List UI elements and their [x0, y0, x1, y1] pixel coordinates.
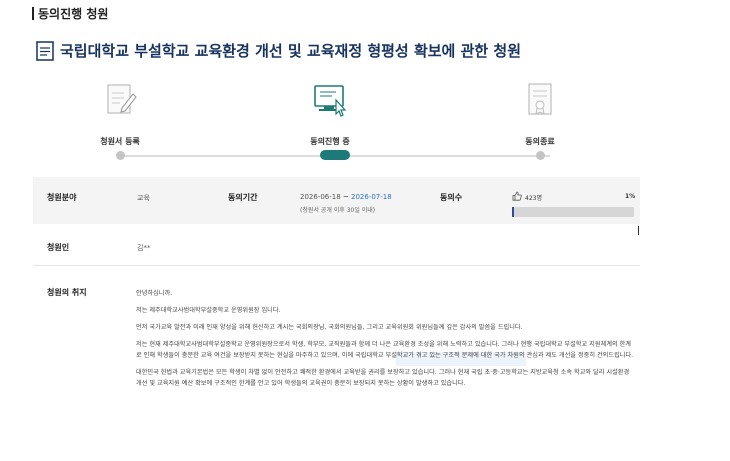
section-divider — [33, 265, 640, 266]
agree-percent: 1% — [625, 193, 636, 200]
section-bar — [32, 6, 34, 20]
body-paragraph: 안녕하십니까. — [136, 290, 173, 297]
agree-label: 동의수 — [440, 193, 463, 202]
field-value: 교육 — [137, 194, 150, 202]
step-pill-in-progress — [320, 150, 350, 160]
body-paragraph: 저는 현재 제주대학교사범대학부설중학교 운영위원장으로서 학생, 학부모, 교… — [136, 341, 634, 359]
step-label-registered: 청원서 등록 — [100, 137, 140, 146]
body-paragraph: 대한민국 헌법과 교육기본법은 모든 학생이 차별 없이 안전하고 쾌적한 환경… — [136, 369, 630, 387]
step-dot-registered — [116, 151, 125, 160]
petitioner-value: 김** — [137, 244, 151, 252]
period-label: 동의기간 — [228, 193, 258, 202]
petition-header: 국립대학교 부설학교 교육환경 개선 및 교육재정 형평성 확보에 관한 청원 — [36, 40, 521, 61]
step-registered: 청원서 등록 — [60, 80, 180, 147]
period-end: 2026-07-18 — [351, 193, 392, 201]
purpose-label: 청원의 취지 — [47, 288, 87, 297]
agree-progress-fill — [512, 207, 514, 217]
section-header: 동의진행 청원 — [32, 5, 108, 21]
certificate-icon — [528, 83, 552, 115]
step-ended: 동의종료 — [480, 80, 600, 147]
period-value: 2026-06-18 ~ 2026-07-18 — [300, 193, 392, 201]
edit-document-icon — [107, 84, 137, 114]
petition-title: 국립대학교 부설학교 교육환경 개선 및 교육재정 형평성 확보에 관한 청원 — [60, 42, 522, 60]
period-note: (청원서 공개 이후 30일 이내) — [300, 207, 376, 214]
body-paragraph: 저는 제주대학교사범대학부설중학교 운영위원장 입니다. — [136, 307, 281, 314]
document-icon — [36, 40, 54, 61]
agree-progress-bar — [512, 207, 634, 217]
period-separator: ~ — [340, 193, 352, 201]
computer-click-icon — [314, 85, 347, 117]
petitioner-label: 청원인 — [47, 243, 70, 252]
step-in-progress: 동의진행 중 — [270, 80, 390, 147]
thumbs-up-icon — [512, 191, 522, 201]
step-label-ended: 동의종료 — [525, 137, 555, 146]
period-start: 2026-06-18 — [300, 193, 341, 201]
step-label-in-progress: 동의진행 중 — [310, 137, 350, 146]
text-cursor — [638, 226, 639, 235]
field-label: 청원분야 — [47, 193, 77, 202]
section-title: 동의진행 청원 — [38, 6, 109, 21]
progress-steps: 청원서 등록 동의진행 중 동의종료 — [60, 80, 640, 170]
body-paragraph: 먼저 국가교육 발전과 미래 인재 양성을 위해 헌신하고 계시는 국회의장님,… — [136, 324, 523, 331]
petition-body: 안녕하십니까. 저는 제주대학교사범대학부설중학교 운영위원장 입니다. 먼저 … — [136, 288, 636, 395]
step-dot-ended — [536, 151, 545, 160]
agree-count: 423명 — [525, 195, 542, 202]
